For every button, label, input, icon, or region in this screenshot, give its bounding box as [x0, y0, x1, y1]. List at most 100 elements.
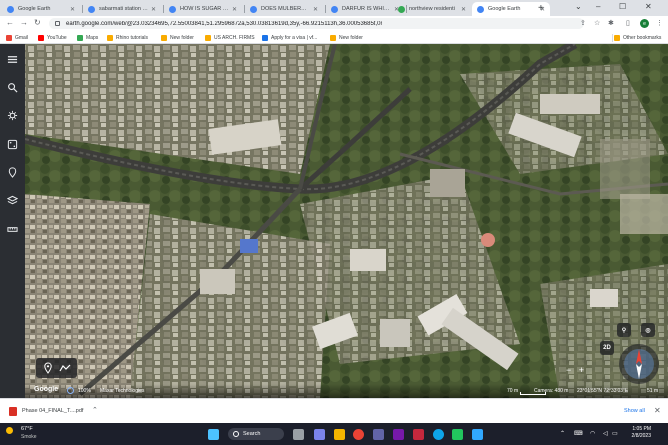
tab[interactable]: northview residenti ✕: [393, 2, 471, 16]
compass-globe-icon[interactable]: [619, 344, 659, 384]
download-item[interactable]: Phase 04_FINAL_T....pdf: [22, 408, 83, 414]
maps-favicon-icon: [398, 5, 405, 13]
share-icon[interactable]: ⇪: [580, 19, 586, 27]
earth-viewport[interactable]: ⚲ ◎ 2D − + Google 100% Maxar Technologie…: [0, 44, 668, 398]
location-pin-icon[interactable]: [43, 362, 53, 374]
search-icon: [233, 431, 239, 437]
bookmark-new-folder[interactable]: New folder: [161, 33, 194, 42]
my-location-icon[interactable]: ◎: [641, 323, 655, 337]
projects-icon[interactable]: [6, 166, 19, 179]
teams-icon[interactable]: [373, 429, 384, 440]
file-explorer-icon[interactable]: [334, 429, 345, 440]
bookmark-us-arch[interactable]: US ARCH. FIRMS: [205, 33, 255, 42]
taskbar-search[interactable]: Search: [228, 428, 284, 440]
folder-icon: [330, 34, 336, 41]
tab-title: DOES MULBERRY GR: [261, 6, 310, 12]
google-logo: Google: [34, 386, 59, 393]
bookmark-label: Other bookmarks: [623, 34, 662, 41]
zoom-in-icon[interactable]: +: [579, 366, 584, 375]
scale-label: 70 m: [507, 388, 519, 394]
tab[interactable]: DOES MULBERRY GR ✕: [245, 2, 323, 16]
sidebar-icon[interactable]: ▯: [626, 19, 630, 27]
show-all-link[interactable]: Show all: [624, 408, 645, 414]
folder-icon: [205, 34, 211, 41]
bookmark-other[interactable]: Other bookmarks: [614, 33, 661, 42]
volume-icon[interactable]: ◁: [603, 430, 608, 437]
clock-date: 2/8/2023: [631, 433, 651, 439]
address-bar[interactable]: earth.google.com/web/@23.03234695,72.550…: [49, 18, 584, 29]
media-icon[interactable]: [452, 429, 463, 440]
menu-icon[interactable]: [6, 53, 19, 66]
status-bar: Google 100% Maxar Technologies 70 m Came…: [25, 384, 668, 398]
weather-condition[interactable]: Smoke: [21, 434, 37, 440]
reload-icon[interactable]: ↻: [34, 18, 41, 27]
language-icon[interactable]: ⌨: [574, 430, 583, 437]
new-tab-button[interactable]: +: [538, 3, 544, 14]
toggle-2d-button[interactable]: 2D: [600, 341, 614, 355]
minimize-icon[interactable]: –: [596, 2, 600, 11]
place-controls: [36, 358, 77, 378]
chat-icon[interactable]: [314, 429, 325, 440]
windows-start-icon[interactable]: [208, 429, 219, 440]
task-view-icon[interactable]: [293, 429, 304, 440]
close-window-icon[interactable]: ✕: [645, 2, 652, 11]
photoshop-icon[interactable]: [472, 429, 483, 440]
google-favicon-icon: [250, 5, 257, 13]
close-tab-icon[interactable]: ✕: [70, 6, 75, 13]
profile-avatar[interactable]: e: [640, 19, 649, 28]
tab[interactable]: Google Earth ✕: [2, 2, 80, 16]
tab-title: DARFUR IS WHICH C: [342, 6, 391, 12]
search-icon[interactable]: [6, 81, 19, 94]
forward-icon[interactable]: →: [20, 18, 28, 27]
bookmark-label: YouTube: [47, 34, 67, 41]
close-tab-icon[interactable]: ✕: [232, 6, 237, 13]
wifi-icon[interactable]: ◠: [590, 430, 595, 437]
bookmark-maps[interactable]: Maps: [77, 33, 98, 42]
satellite-imagery[interactable]: [0, 44, 668, 398]
search-label: Search: [243, 431, 261, 437]
globe-icon[interactable]: [67, 387, 74, 394]
tab-search-icon[interactable]: ⌄: [575, 2, 582, 11]
onenote-icon[interactable]: [393, 429, 404, 440]
downloads-bar: Phase 04_FINAL_T....pdf ⌃ Show all ✕: [0, 398, 668, 423]
close-downloads-icon[interactable]: ✕: [654, 406, 661, 415]
zoom-out-icon[interactable]: −: [566, 366, 571, 375]
map-style-icon[interactable]: [6, 194, 19, 207]
voyager-icon[interactable]: [6, 109, 19, 122]
close-tab-icon[interactable]: ✕: [151, 6, 156, 13]
bookmark-gmail[interactable]: Gmail: [6, 33, 28, 42]
tab[interactable]: sabarmati station ah ✕: [83, 2, 161, 16]
edge-icon[interactable]: [433, 429, 444, 440]
tray-chevron-icon[interactable]: ⌃: [560, 430, 565, 437]
pdf-file-icon: [9, 407, 17, 416]
bookmark-new-folder[interactable]: New folder: [330, 33, 363, 42]
close-tab-icon[interactable]: ✕: [461, 6, 466, 13]
mail-icon[interactable]: [413, 429, 424, 440]
bookmark-rhino[interactable]: Rhino tutorials: [107, 33, 148, 42]
bookmark-label: Apply for a visa | vf...: [271, 34, 318, 41]
tab[interactable]: HOW IS SUGAR MA ✕: [164, 2, 242, 16]
weather-temp[interactable]: 67°F: [21, 426, 33, 432]
feeling-lucky-icon[interactable]: [6, 138, 19, 151]
chevron-up-icon[interactable]: ⌃: [92, 406, 98, 414]
battery-icon[interactable]: ▭: [612, 430, 618, 437]
bookmark-visa[interactable]: Apply for a visa | vf...: [262, 33, 317, 42]
chrome-icon[interactable]: [353, 429, 364, 440]
extensions-icon[interactable]: ✱: [608, 19, 614, 27]
weather-icon[interactable]: [6, 427, 13, 434]
gmail-icon: [6, 34, 12, 41]
maximize-icon[interactable]: ☐: [619, 2, 626, 11]
more-menu-icon[interactable]: ⋮: [656, 19, 663, 27]
coordinates: 23°01'55"N 72°33'03"E: [577, 388, 629, 394]
lock-icon[interactable]: [55, 21, 60, 26]
close-tab-icon[interactable]: ✕: [313, 6, 318, 13]
url-text[interactable]: earth.google.com/web/@23.03234695,72.550…: [66, 21, 382, 27]
bookmark-youtube[interactable]: YouTube: [38, 33, 67, 42]
star-icon[interactable]: ☆: [594, 19, 600, 27]
clock[interactable]: 1:05 PM 2/8/2023: [621, 426, 651, 440]
draw-path-icon[interactable]: [59, 363, 71, 373]
measure-icon[interactable]: [6, 223, 19, 236]
street-view-pegman-icon[interactable]: ⚲: [617, 323, 631, 337]
imagery-attribution[interactable]: Maxar Technologies: [100, 388, 144, 394]
back-icon[interactable]: ←: [6, 18, 14, 27]
